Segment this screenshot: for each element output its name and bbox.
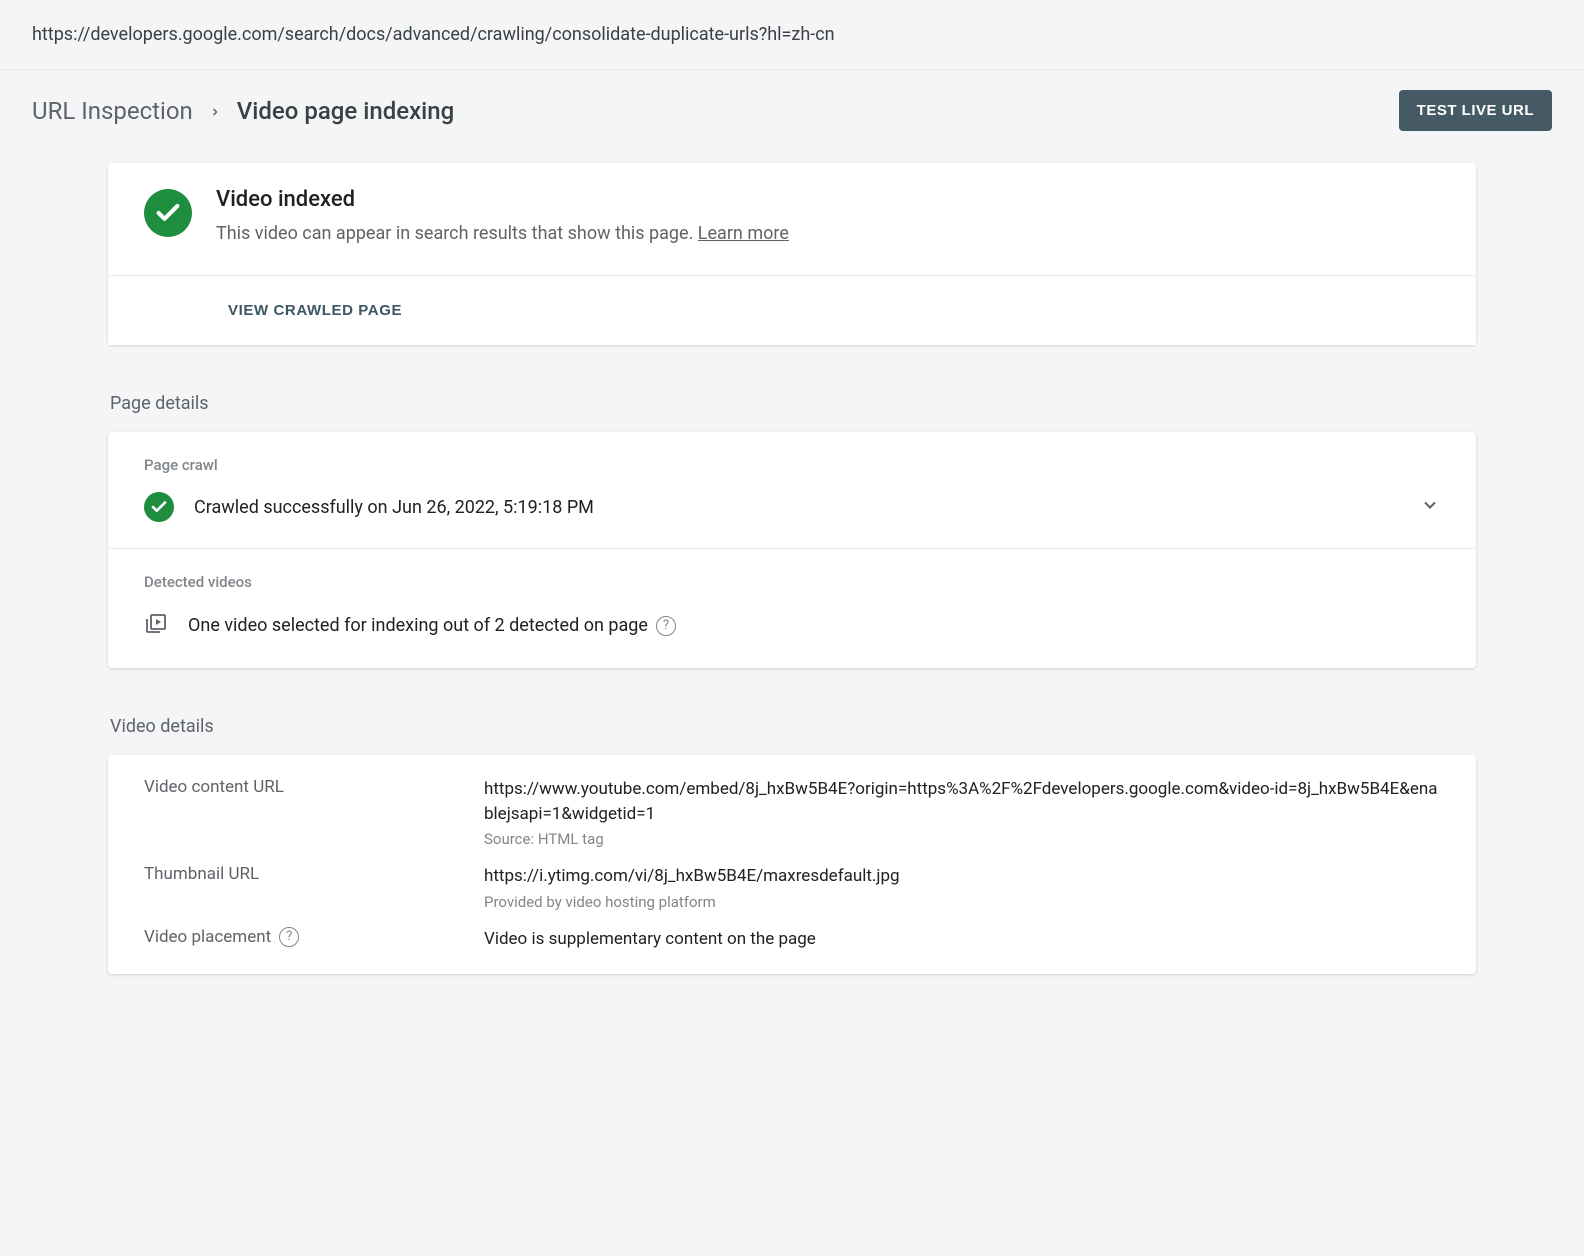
video-placement-value: Video is supplementary content on the pa…	[484, 927, 1440, 952]
video-library-icon	[144, 611, 168, 640]
breadcrumb: URL Inspection Video page indexing	[32, 97, 454, 125]
breadcrumb-root[interactable]: URL Inspection	[32, 97, 193, 125]
detected-videos-row: One video selected for indexing out of 2…	[108, 599, 1476, 668]
page-crawl-label: Page crawl	[108, 432, 1476, 482]
thumbnail-source: Provided by video hosting platform	[484, 893, 1440, 911]
detected-videos-text: One video selected for indexing out of 2…	[188, 615, 676, 636]
page-crawl-row[interactable]: Crawled successfully on Jun 26, 2022, 5:…	[108, 482, 1476, 548]
video-details-label: Video details	[108, 680, 1476, 755]
thumbnail-url-label: Thumbnail URL	[144, 864, 474, 884]
status-desc: This video can appear in search results …	[216, 220, 789, 247]
detected-videos-label: Detected videos	[108, 549, 1476, 599]
thumbnail-url-value: https://i.ytimg.com/vi/8j_hxBw5B4E/maxre…	[484, 864, 1440, 889]
crawl-status-text: Crawled successfully on Jun 26, 2022, 5:…	[194, 497, 594, 518]
video-details-card: Video content URL https://www.youtube.co…	[108, 755, 1476, 974]
check-circle-icon	[144, 492, 174, 522]
view-crawled-page-button[interactable]: VIEW CRAWLED PAGE	[108, 276, 1476, 345]
video-placement-label: Video placement ?	[144, 927, 474, 947]
chevron-down-icon	[1420, 495, 1440, 520]
test-live-url-button[interactable]: TEST LIVE URL	[1399, 90, 1552, 131]
video-content-url-source: Source: HTML tag	[484, 830, 1440, 848]
page-details-card: Page crawl Crawled successfully on Jun 2…	[108, 432, 1476, 668]
breadcrumb-current: Video page indexing	[237, 97, 454, 125]
video-content-url-label: Video content URL	[144, 777, 474, 797]
help-icon[interactable]: ?	[656, 616, 676, 636]
page-details-label: Page details	[108, 357, 1476, 432]
status-title: Video indexed	[216, 187, 789, 212]
check-circle-icon	[144, 189, 192, 237]
chevron-right-icon	[209, 99, 221, 123]
help-icon[interactable]: ?	[279, 927, 299, 947]
video-content-url-value: https://www.youtube.com/embed/8j_hxBw5B4…	[484, 777, 1440, 826]
learn-more-link[interactable]: Learn more	[698, 223, 789, 244]
url-bar: https://developers.google.com/search/doc…	[0, 0, 1584, 70]
breadcrumb-row: URL Inspection Video page indexing TEST …	[0, 70, 1584, 151]
status-card: Video indexed This video can appear in s…	[108, 163, 1476, 345]
